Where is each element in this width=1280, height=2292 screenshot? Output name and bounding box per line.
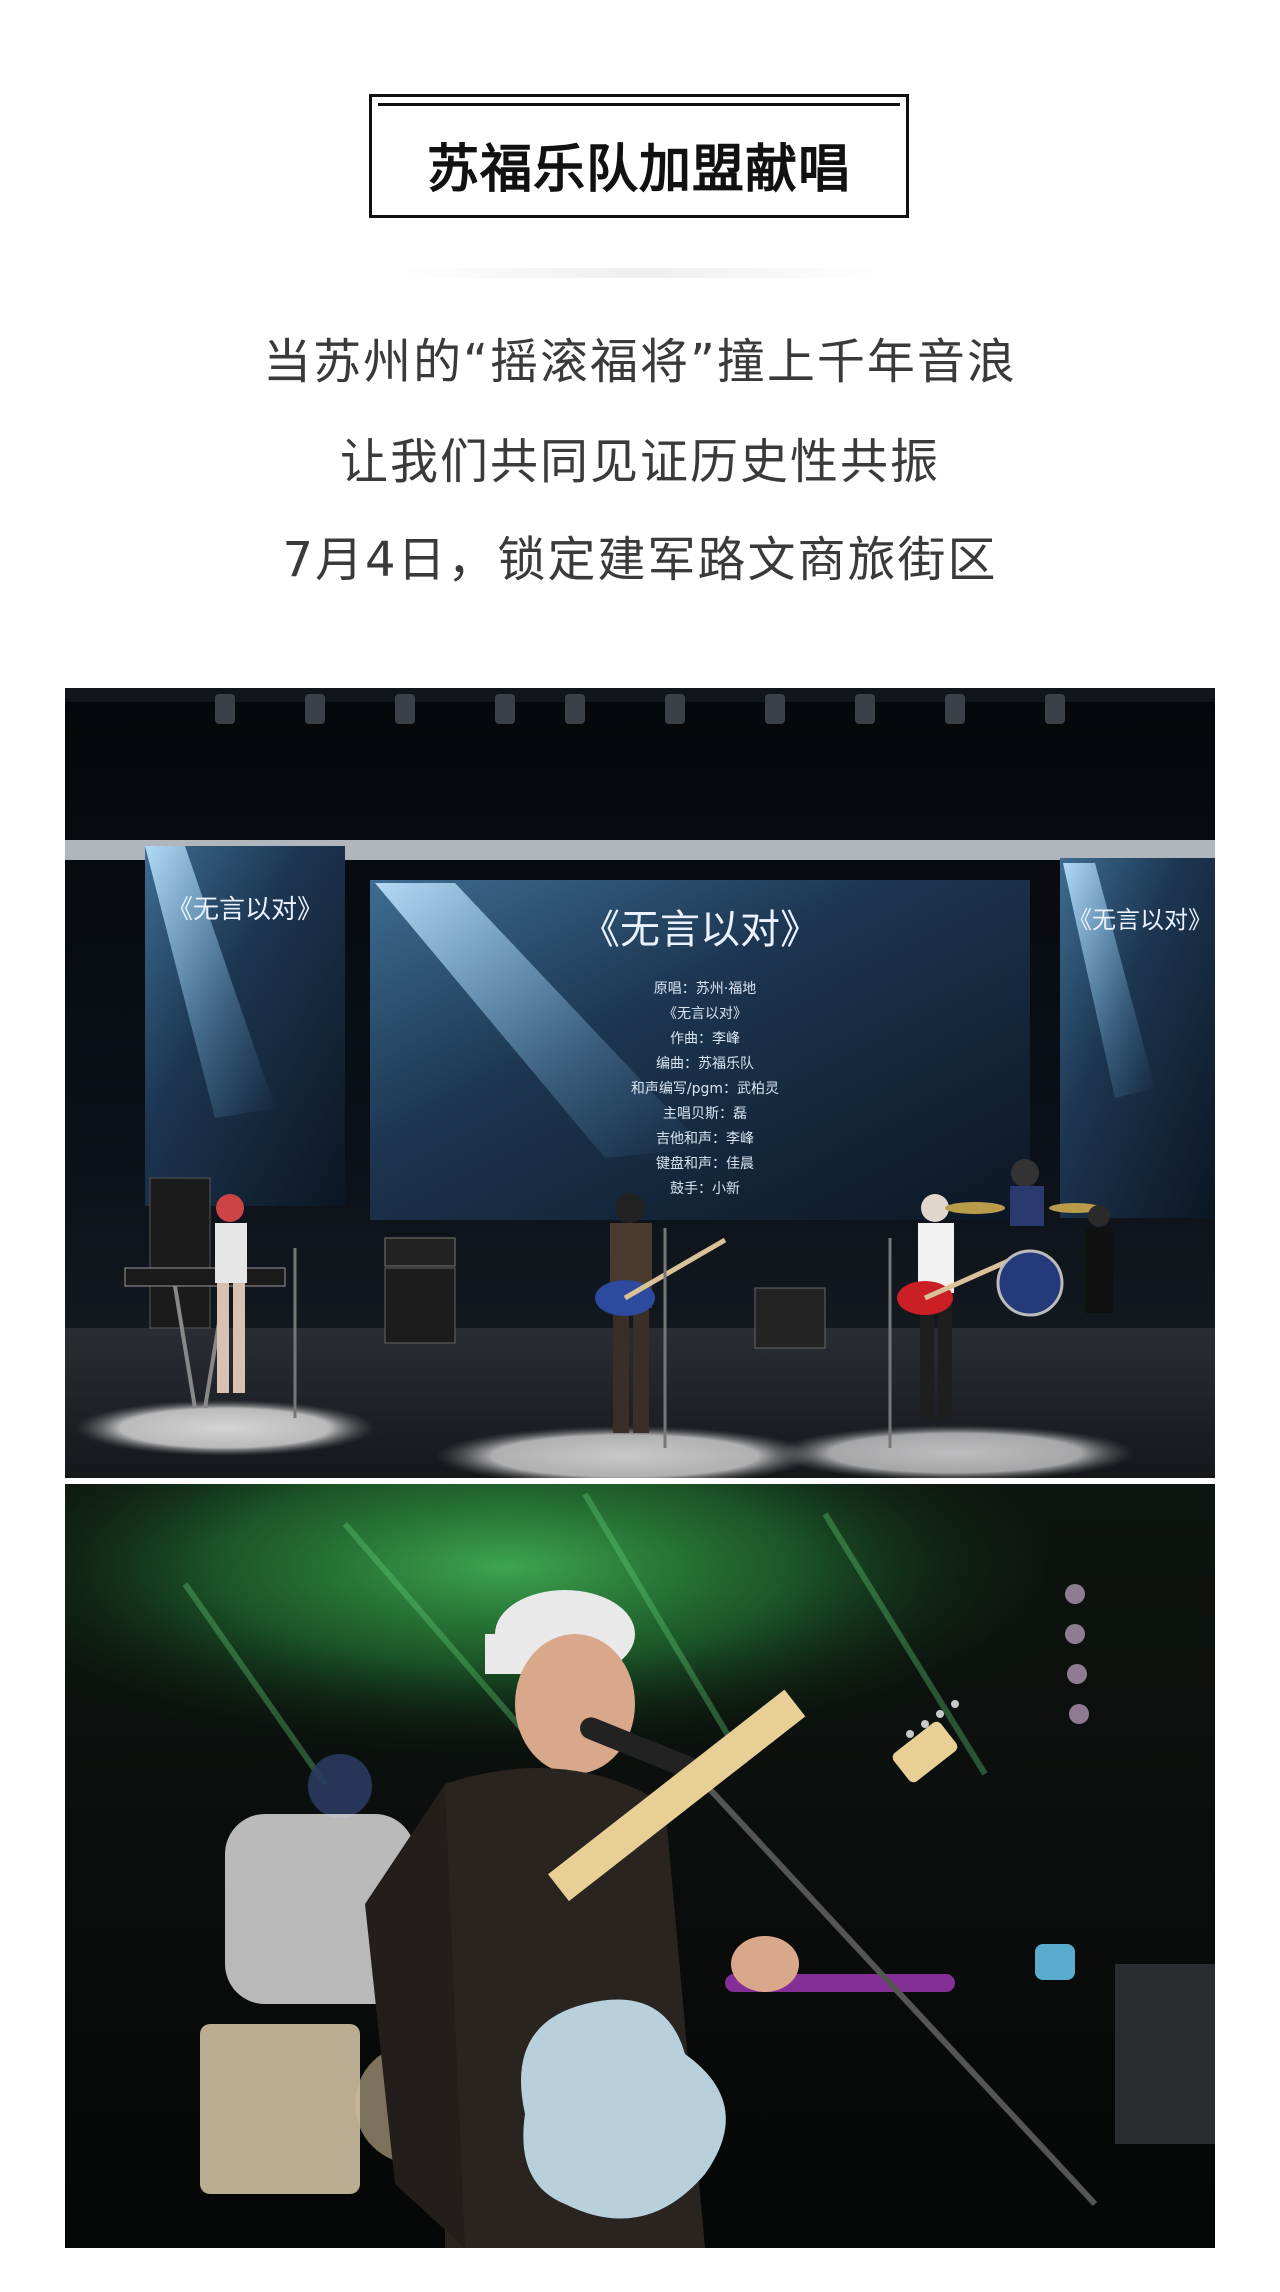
credit-line: 和声编写/pgm：武柏灵 xyxy=(631,1081,779,1097)
credit-line: 键盘和声：佳晨 xyxy=(656,1155,754,1172)
faded-text-line xyxy=(400,268,880,278)
guitarist-photo xyxy=(65,1484,1215,2248)
credit-line: 原唱：苏州·福地 xyxy=(654,981,756,997)
page-title: 苏福乐队加盟献唱 xyxy=(426,140,851,200)
left-screen-title: 《无言以对》 xyxy=(167,895,323,925)
title-box: 苏福乐队加盟献唱 xyxy=(369,94,909,218)
credit-line: 主唱贝斯：磊 xyxy=(663,1106,747,1122)
right-screen-title: 《无言以对》 xyxy=(1068,906,1212,934)
stage-photo: 《无言以对》 原唱：苏州·福地 《无言以对》 作曲：李峰 编曲：苏福乐队 和声编… xyxy=(65,688,1215,1478)
credit-line: 作曲：李峰 xyxy=(670,1031,740,1047)
credit-line: 吉他和声：李峰 xyxy=(656,1131,754,1147)
credit-line: 《无言以对》 xyxy=(663,1006,747,1022)
credit-line: 鼓手：小新 xyxy=(670,1181,740,1197)
stage-photo-image: 《无言以对》 原唱：苏州·福地 《无言以对》 作曲：李峰 编曲：苏福乐队 和声编… xyxy=(65,688,1215,1478)
credit-line: 编曲：苏福乐队 xyxy=(656,1056,754,1072)
intro-line-3: 7月4日，锁定建军路文商旅街区 xyxy=(282,532,998,588)
screen-title: 《无言以对》 xyxy=(580,907,820,953)
intro-line-1: 当苏州的“摇滚福将”撞上千年音浪 xyxy=(263,334,1017,390)
guitarist-photo-image xyxy=(65,1484,1215,2248)
intro-line-2: 让我们共同见证历史性共振 xyxy=(339,434,940,490)
